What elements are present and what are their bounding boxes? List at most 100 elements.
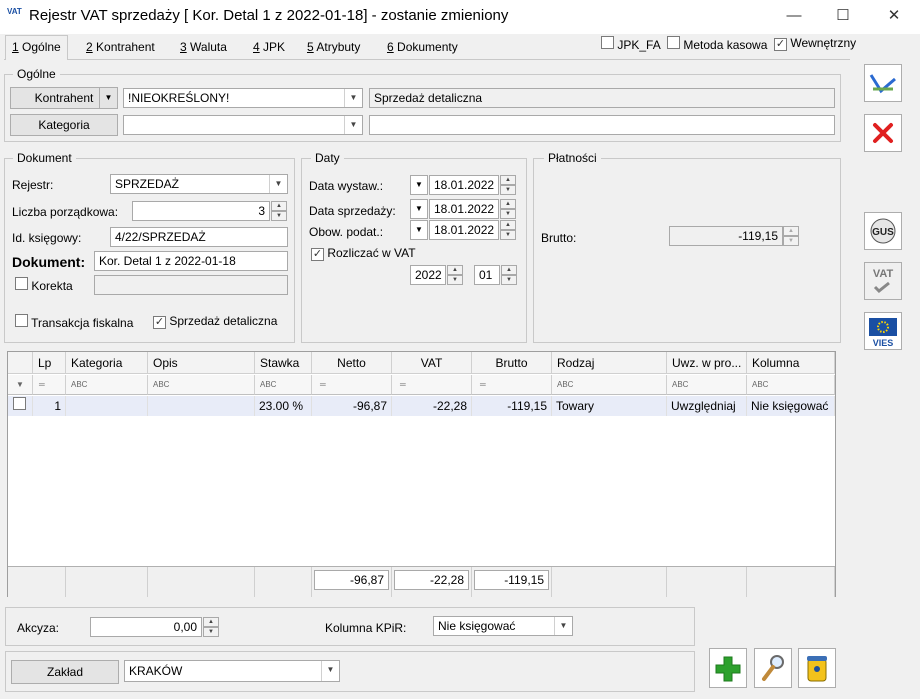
vat-check-button[interactable]: VAT: [864, 262, 902, 300]
filter-text-icon[interactable]: ABC: [148, 375, 255, 395]
sprzedaz-detaliczna-checkbox[interactable]: ✓ Sprzedaż detaliczna: [153, 314, 277, 329]
footer-netto-cell: -96,87: [312, 567, 392, 597]
add-button[interactable]: [709, 648, 747, 688]
tab-kontrahent[interactable]: 2 Kontrahent: [86, 38, 155, 58]
header-brutto[interactable]: Brutto: [472, 352, 552, 374]
filter-equals-icon[interactable]: ═: [33, 375, 66, 395]
akcyza-down-icon[interactable]: ▼: [203, 627, 219, 637]
rok-down-icon[interactable]: ▼: [447, 275, 463, 285]
tab-dokumenty[interactable]: 6 Dokumenty: [387, 38, 458, 58]
header-lp[interactable]: Lp: [33, 352, 66, 374]
miesiac-field[interactable]: 01: [474, 265, 500, 285]
obow-podat-calendar-icon[interactable]: ▼: [410, 220, 428, 240]
filter-text-icon[interactable]: ABC: [552, 375, 667, 395]
row-select-checkbox[interactable]: [8, 396, 33, 416]
transakcja-fiskalna-checkbox[interactable]: Transakcja fiskalna: [15, 314, 133, 330]
dokument-field[interactable]: Kor. Detal 1 z 2022-01-18: [94, 251, 288, 271]
cell-opis[interactable]: [148, 396, 255, 416]
miesiac-down-icon[interactable]: ▼: [501, 275, 517, 285]
tab-waluta[interactable]: 3 Waluta: [180, 38, 227, 58]
idk-field[interactable]: 4/22/SPRZEDAŻ: [110, 227, 288, 247]
cell-rodzaj[interactable]: Towary: [552, 396, 667, 416]
data-sprzedazy-calendar-icon[interactable]: ▼: [410, 199, 428, 219]
cell-vat[interactable]: -22,28: [392, 396, 472, 416]
kolumna-kpir-arrow-icon[interactable]: ▼: [554, 617, 572, 635]
delete-button[interactable]: [798, 648, 836, 688]
filter-equals-icon[interactable]: ═: [312, 375, 392, 395]
kolumna-kpir-select[interactable]: Nie księgować: [433, 616, 573, 636]
zaklad-button[interactable]: Zakład: [11, 660, 119, 684]
rejestr-arrow-icon[interactable]: ▼: [269, 175, 287, 193]
filter-equals-icon[interactable]: ═: [472, 375, 552, 395]
header-netto[interactable]: Netto: [312, 352, 392, 374]
cell-stawka[interactable]: 23.00 %: [255, 396, 312, 416]
gus-icon: GUS: [870, 218, 896, 244]
data-wystawienia-down-icon[interactable]: ▼: [500, 185, 516, 195]
filter-funnel-icon[interactable]: ▼: [8, 375, 33, 395]
filter-equals-icon[interactable]: ═: [392, 375, 472, 395]
wewnetrzny-checkbox[interactable]: ✓ Wewnętrzny: [774, 36, 856, 51]
filter-text-icon[interactable]: ABC: [66, 375, 148, 395]
akcyza-up-icon[interactable]: ▲: [203, 617, 219, 627]
lp-down-icon[interactable]: ▼: [271, 211, 287, 221]
jpk-fa-checkbox[interactable]: JPK_FA: [601, 36, 661, 52]
obow-podat-up-icon[interactable]: ▲: [500, 220, 516, 230]
cell-netto[interactable]: -96,87: [312, 396, 392, 416]
kategoria-field[interactable]: [123, 115, 363, 135]
cell-lp[interactable]: 1: [33, 396, 66, 416]
cell-kolumna[interactable]: Nie księgować: [747, 396, 835, 416]
header-stawka[interactable]: Stawka: [255, 352, 312, 374]
lp-up-icon[interactable]: ▲: [271, 201, 287, 211]
tab-ogolne[interactable]: 1 Ogólne: [5, 35, 68, 60]
close-icon[interactable]: ✕: [879, 6, 909, 26]
zaklad-arrow-icon[interactable]: ▼: [321, 661, 339, 681]
kontrahent-button[interactable]: Kontrahent ▼: [10, 87, 118, 109]
cell-kategoria[interactable]: [66, 396, 148, 416]
kontrahent-combo-arrow-icon[interactable]: ▼: [344, 89, 362, 107]
data-sprzedazy-field[interactable]: 18.01.2022: [429, 199, 499, 219]
akcyza-field[interactable]: 0,00: [90, 617, 202, 637]
kategoria-button[interactable]: Kategoria: [10, 114, 118, 136]
header-kolumna[interactable]: Kolumna: [747, 352, 835, 374]
filter-text-icon[interactable]: ABC: [747, 375, 835, 395]
zaklad-field[interactable]: KRAKÓW: [124, 660, 340, 682]
kategoria-desc-field[interactable]: [369, 115, 835, 135]
rok-up-icon[interactable]: ▲: [447, 265, 463, 275]
minimize-icon[interactable]: —: [779, 6, 809, 26]
data-wystawienia-calendar-icon[interactable]: ▼: [410, 175, 428, 195]
header-uwz[interactable]: Uwz. w pro...: [667, 352, 747, 374]
header-vat[interactable]: VAT: [392, 352, 472, 374]
tab-jpk[interactable]: 4 JPK: [253, 38, 285, 58]
header-kategoria[interactable]: Kategoria: [66, 352, 148, 374]
data-sprzedazy-up-icon[interactable]: ▲: [500, 199, 516, 209]
filter-text-icon[interactable]: ABC: [667, 375, 747, 395]
maximize-icon[interactable]: ☐: [828, 6, 858, 26]
kategoria-combo-arrow-icon[interactable]: ▼: [344, 116, 362, 134]
footer-cell: [148, 567, 255, 597]
filter-text-icon[interactable]: ABC: [255, 375, 312, 395]
header-opis[interactable]: Opis: [148, 352, 255, 374]
kontrahent-dropdown-icon[interactable]: ▼: [99, 88, 117, 108]
kontrahent-field[interactable]: !NIEOKREŚLONY!: [123, 88, 363, 108]
save-button[interactable]: [864, 64, 902, 102]
lp-field[interactable]: 3: [132, 201, 270, 221]
data-wystawienia-up-icon[interactable]: ▲: [500, 175, 516, 185]
miesiac-up-icon[interactable]: ▲: [501, 265, 517, 275]
obow-podat-field[interactable]: 18.01.2022: [429, 220, 499, 240]
vies-button[interactable]: VIES: [864, 312, 902, 350]
cell-brutto[interactable]: -119,15: [472, 396, 552, 416]
header-rodzaj[interactable]: Rodzaj: [552, 352, 667, 374]
tab-atrybuty[interactable]: 5 Atrybuty: [307, 38, 360, 58]
cancel-button[interactable]: [864, 114, 902, 152]
gus-button[interactable]: GUS: [864, 212, 902, 250]
obow-podat-down-icon[interactable]: ▼: [500, 230, 516, 240]
cell-uwz[interactable]: Uwzględniaj: [667, 396, 747, 416]
data-wystawienia-field[interactable]: 18.01.2022: [429, 175, 499, 195]
korekta-checkbox[interactable]: Korekta: [15, 277, 73, 293]
rozliczac-vat-checkbox[interactable]: ✓ Rozliczać w VAT: [311, 246, 416, 261]
metoda-kasowa-checkbox[interactable]: Metoda kasowa: [667, 36, 767, 52]
edit-button[interactable]: [754, 648, 792, 688]
data-sprzedazy-down-icon[interactable]: ▼: [500, 209, 516, 219]
rok-field[interactable]: 2022: [410, 265, 446, 285]
rejestr-select[interactable]: SPRZEDAŻ: [110, 174, 288, 194]
